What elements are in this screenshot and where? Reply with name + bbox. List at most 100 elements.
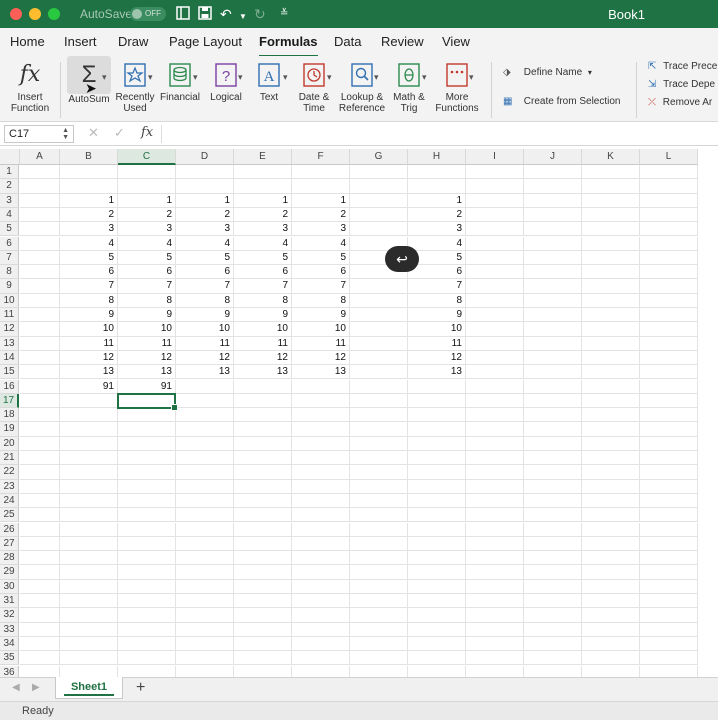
cell-h5[interactable]: 3	[408, 222, 466, 237]
cell-h33[interactable]	[408, 622, 466, 637]
row-header[interactable]: 18	[0, 408, 19, 423]
cell-h16[interactable]	[408, 379, 466, 394]
cell-l1[interactable]	[640, 165, 698, 180]
cell-k5[interactable]	[582, 222, 640, 237]
cell-i2[interactable]	[466, 179, 524, 194]
row-header[interactable]: 32	[0, 608, 19, 623]
tab-home[interactable]: Home	[10, 34, 45, 49]
sheet-tab-sheet1[interactable]: Sheet1	[55, 677, 123, 699]
cell-d5[interactable]: 3	[176, 222, 234, 237]
cell-b27[interactable]	[60, 536, 118, 552]
cell-k8[interactable]	[582, 265, 640, 280]
cell-g19[interactable]	[350, 422, 408, 437]
cell-f5[interactable]: 3	[292, 222, 350, 237]
cell-c28[interactable]	[118, 551, 176, 566]
cell-i34[interactable]	[466, 636, 524, 652]
minimize-window-button[interactable]	[29, 8, 41, 20]
cell-j8[interactable]	[524, 265, 582, 280]
cell-k30[interactable]	[582, 579, 640, 594]
math-trig-dropdown-icon[interactable]: ▾	[422, 72, 427, 83]
cell-e3[interactable]: 1	[234, 193, 292, 208]
cell-h11[interactable]: 9	[408, 308, 466, 323]
cell-i18[interactable]	[466, 408, 524, 423]
cell-i6[interactable]	[466, 236, 524, 251]
cell-h14[interactable]: 12	[408, 350, 466, 366]
tab-insert[interactable]: Insert	[64, 34, 97, 49]
cell-i35[interactable]	[466, 651, 524, 666]
cell-e18[interactable]	[234, 408, 292, 423]
cell-b1[interactable]	[60, 165, 118, 180]
cell-k19[interactable]	[582, 422, 640, 437]
cell-d22[interactable]	[176, 465, 234, 480]
cell-c16[interactable]: 91	[118, 379, 176, 394]
row-header[interactable]: 11	[0, 308, 19, 323]
cell-a10[interactable]	[20, 293, 60, 308]
cell-b24[interactable]	[60, 493, 118, 509]
cell-b5[interactable]: 3	[60, 222, 118, 237]
cell-c1[interactable]	[118, 165, 176, 180]
row-header[interactable]: 25	[0, 508, 19, 523]
cell-f4[interactable]: 2	[292, 207, 350, 223]
cell-j2[interactable]	[524, 179, 582, 194]
cell-e23[interactable]	[234, 479, 292, 494]
cell-i33[interactable]	[466, 622, 524, 637]
cell-h26[interactable]	[408, 522, 466, 537]
cell-k22[interactable]	[582, 465, 640, 480]
cell-a31[interactable]	[20, 594, 60, 609]
cell-f28[interactable]	[292, 551, 350, 566]
cell-h29[interactable]	[408, 565, 466, 580]
cell-a21[interactable]	[20, 451, 60, 466]
cell-c26[interactable]	[118, 522, 176, 537]
row-header[interactable]: 27	[0, 536, 19, 552]
close-window-button[interactable]	[10, 8, 22, 20]
cell-h13[interactable]: 11	[408, 336, 466, 351]
cell-l3[interactable]	[640, 193, 698, 208]
cell-k16[interactable]	[582, 379, 640, 394]
cell-e12[interactable]: 10	[234, 322, 292, 337]
cell-j1[interactable]	[524, 165, 582, 180]
cancel-entry-icon[interactable]: ✕	[88, 125, 99, 141]
cell-h28[interactable]	[408, 551, 466, 566]
row-header[interactable]: 14	[0, 350, 19, 366]
cell-b31[interactable]	[60, 594, 118, 609]
row-header[interactable]: 5	[0, 222, 19, 237]
cell-a6[interactable]	[20, 236, 60, 251]
cell-b17[interactable]	[60, 393, 118, 409]
insert-function-button[interactable]: fx Insert Function	[6, 56, 54, 114]
cell-l30[interactable]	[640, 579, 698, 594]
tab-data[interactable]: Data	[334, 34, 361, 49]
cell-f30[interactable]	[292, 579, 350, 594]
row-header[interactable]: 7	[0, 250, 19, 266]
cell-k23[interactable]	[582, 479, 640, 494]
cell-a18[interactable]	[20, 408, 60, 423]
cell-c9[interactable]: 7	[118, 279, 176, 294]
cell-h3[interactable]: 1	[408, 193, 466, 208]
cell-a3[interactable]	[20, 193, 60, 208]
cell-i3[interactable]	[466, 193, 524, 208]
cell-i30[interactable]	[466, 579, 524, 594]
cell-a36[interactable]	[20, 665, 60, 677]
cell-j12[interactable]	[524, 322, 582, 337]
cell-d30[interactable]	[176, 579, 234, 594]
cell-g1[interactable]	[350, 165, 408, 180]
financial-dropdown-icon[interactable]: ▾	[193, 72, 198, 83]
cell-k17[interactable]	[582, 393, 640, 409]
cell-j17[interactable]	[524, 393, 582, 409]
cell-c3[interactable]: 1	[118, 193, 176, 208]
cell-c20[interactable]	[118, 436, 176, 451]
cell-d9[interactable]: 7	[176, 279, 234, 294]
cell-e27[interactable]	[234, 536, 292, 552]
cell-k12[interactable]	[582, 322, 640, 337]
cell-a30[interactable]	[20, 579, 60, 594]
cell-k26[interactable]	[582, 522, 640, 537]
cell-e30[interactable]	[234, 579, 292, 594]
cell-c25[interactable]	[118, 508, 176, 523]
cell-g12[interactable]	[350, 322, 408, 337]
tab-page-layout[interactable]: Page Layout	[169, 34, 242, 49]
cell-l31[interactable]	[640, 594, 698, 609]
cell-k20[interactable]	[582, 436, 640, 451]
select-all-corner[interactable]	[0, 149, 20, 165]
column-header-k[interactable]: K	[582, 149, 640, 165]
undo-dropdown-icon[interactable]: ▼	[239, 9, 247, 25]
cell-i24[interactable]	[466, 493, 524, 509]
